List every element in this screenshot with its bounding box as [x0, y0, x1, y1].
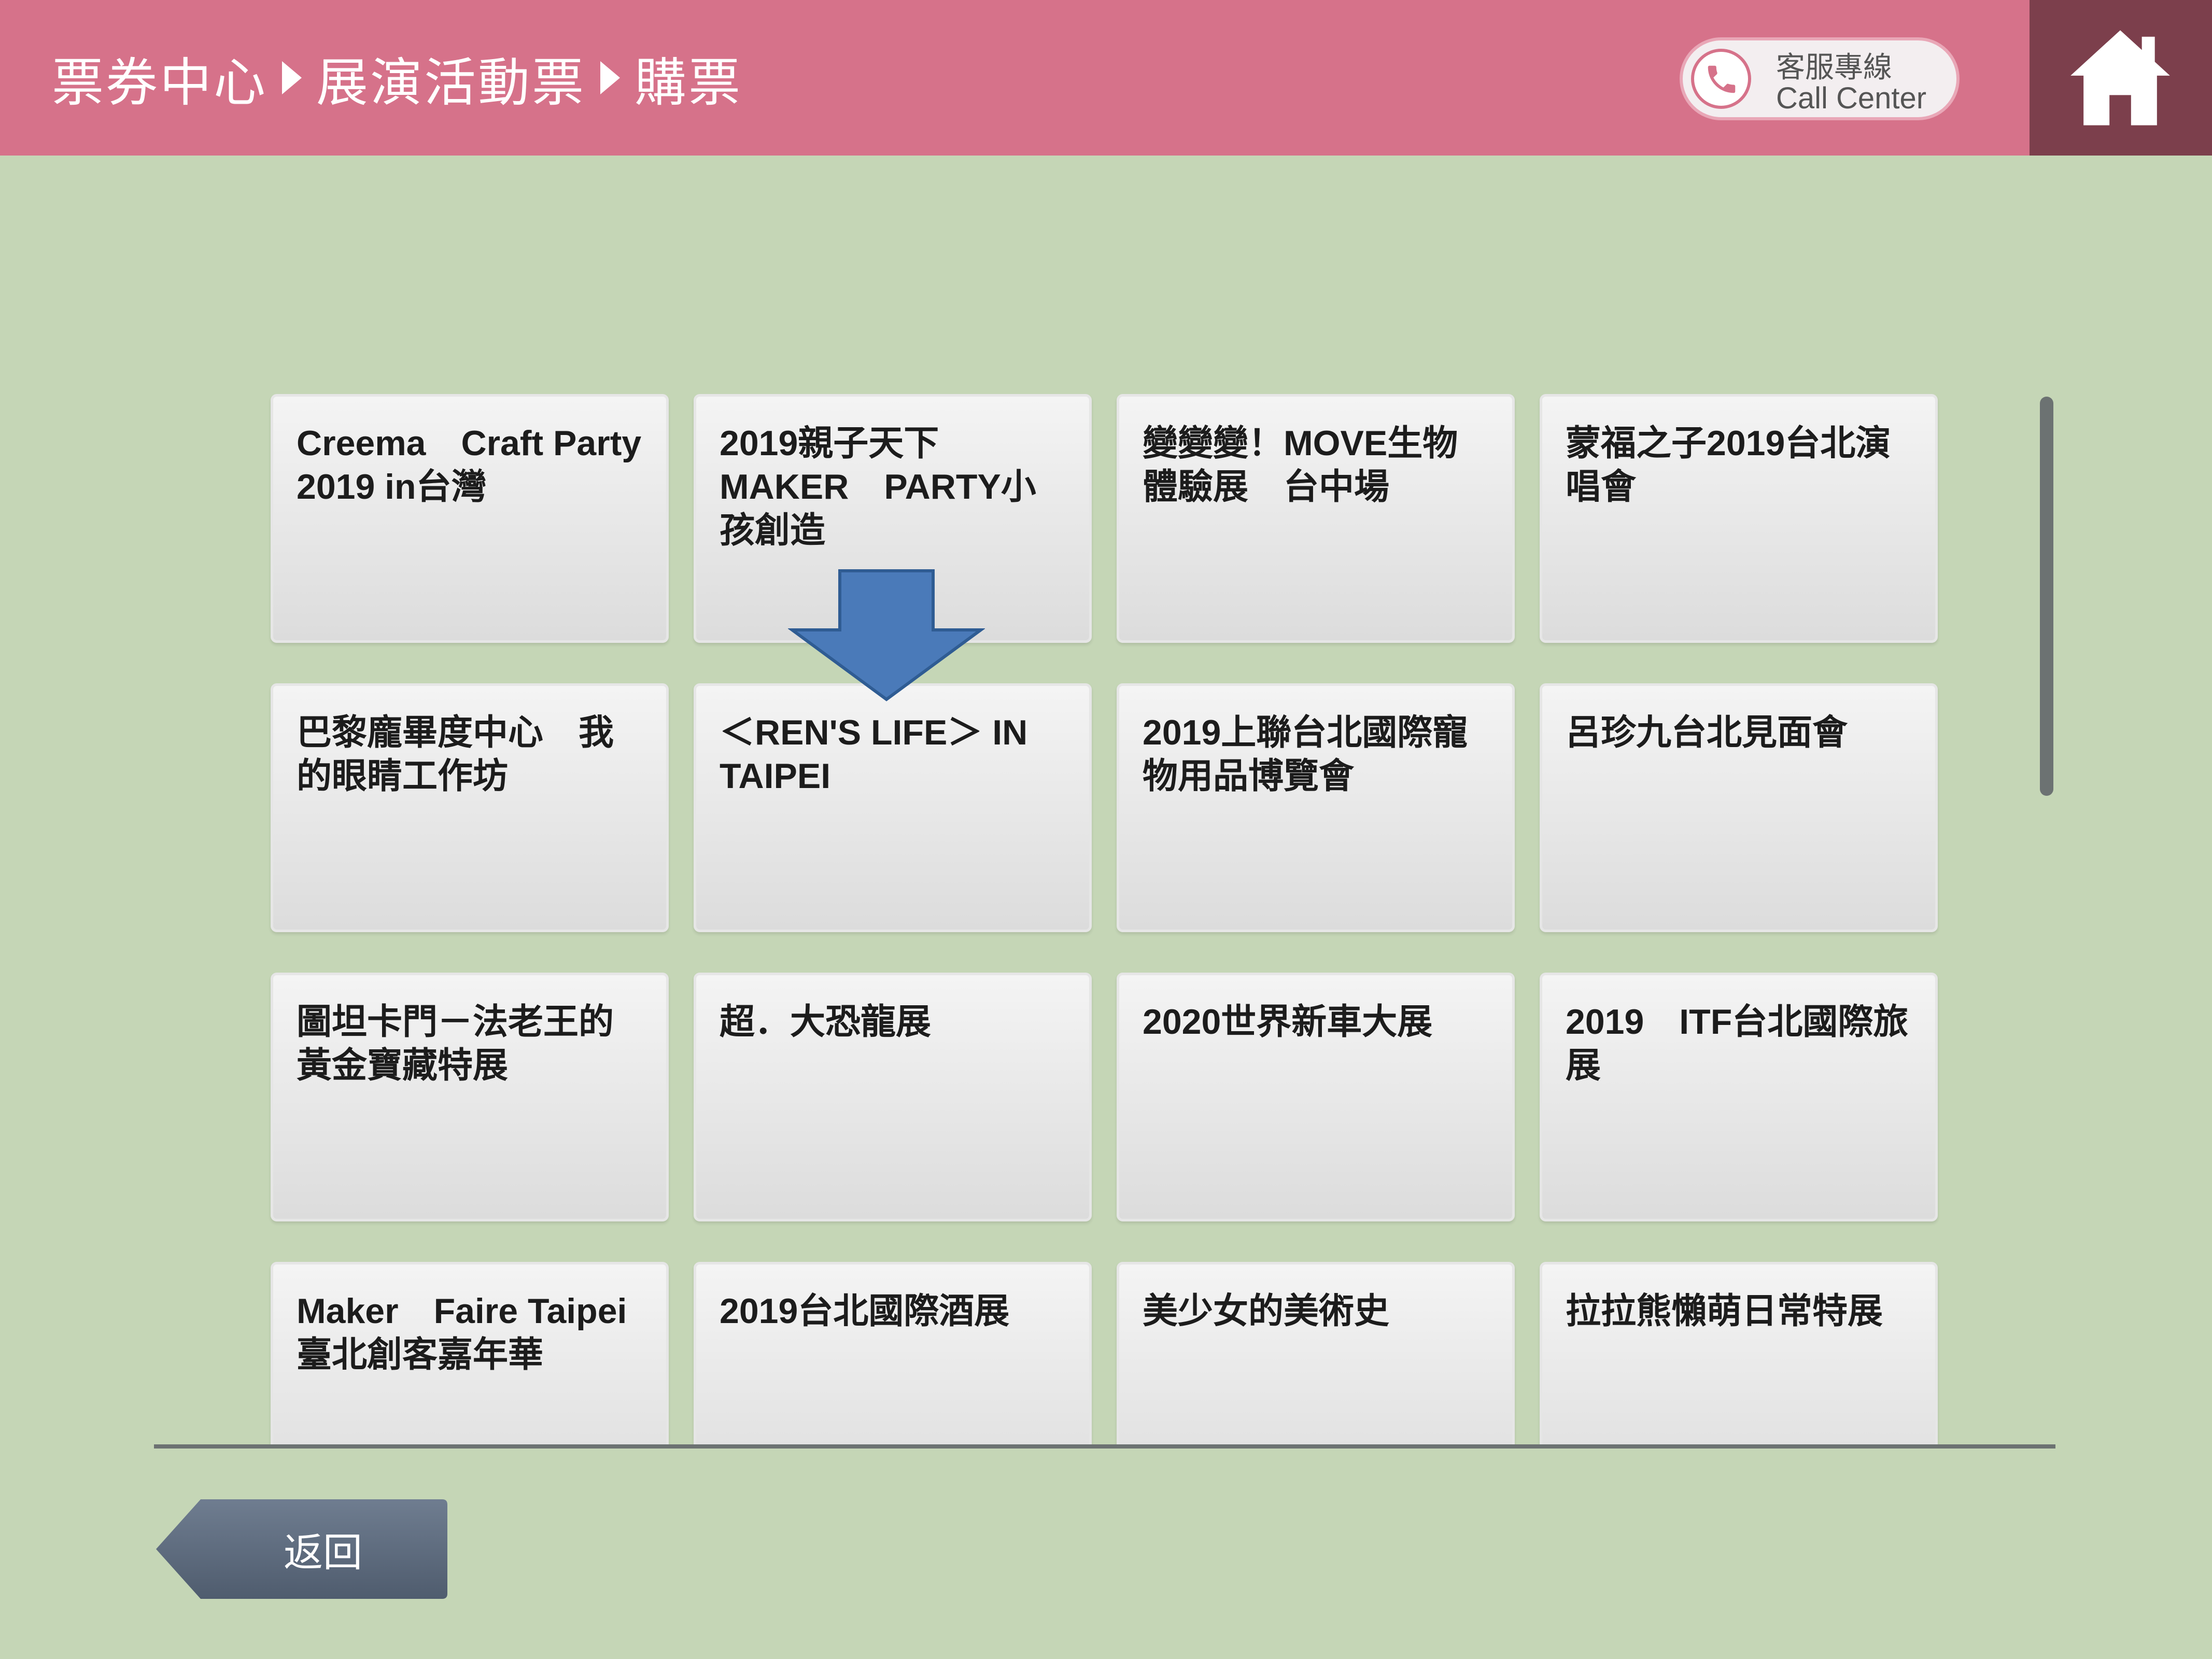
event-tile[interactable]: 2019 ITF台北國際旅展 — [1540, 973, 1938, 1221]
scrollbar[interactable] — [2040, 397, 2053, 796]
event-tile[interactable]: 美少女的美術史 — [1117, 1262, 1515, 1446]
event-tile[interactable]: 超．大恐龍展 — [694, 973, 1092, 1221]
event-tile[interactable]: Maker Faire Taipei臺北創客嘉年華 — [271, 1262, 669, 1446]
event-tile[interactable]: 2019台北國際酒展 — [694, 1262, 1092, 1446]
event-tile[interactable]: 巴黎龐畢度中心 我的眼睛工作坊 — [271, 683, 669, 932]
event-tile[interactable]: ＜REN'S LIFE＞ IN TAIPEI — [694, 683, 1092, 932]
event-tile[interactable]: 變變變！MOVE生物體驗展 台中場 — [1117, 394, 1515, 643]
event-tile[interactable]: 圖坦卡門－法老王的黃金寶藏特展 — [271, 973, 669, 1221]
back-button-label: 返回 — [284, 1531, 362, 1575]
event-tile[interactable]: 2019上聯台北國際寵物用品博覽會 — [1117, 683, 1515, 932]
event-tile[interactable]: Creema Craft Party 2019 in台灣 — [271, 394, 669, 643]
down-arrow-icon — [788, 569, 985, 701]
divider — [154, 1444, 2055, 1449]
back-button[interactable]: 返回 — [154, 1497, 449, 1601]
event-tile[interactable]: 呂珍九台北見面會 — [1540, 683, 1938, 932]
event-grid: Creema Craft Party 2019 in台灣 2019親子天下 MA… — [0, 0, 2212, 1446]
event-tile[interactable]: 蒙福之子2019台北演唱會 — [1540, 394, 1938, 643]
event-tile[interactable]: 2020世界新車大展 — [1117, 973, 1515, 1221]
event-tile[interactable]: 拉拉熊懶萌日常特展 — [1540, 1262, 1938, 1446]
